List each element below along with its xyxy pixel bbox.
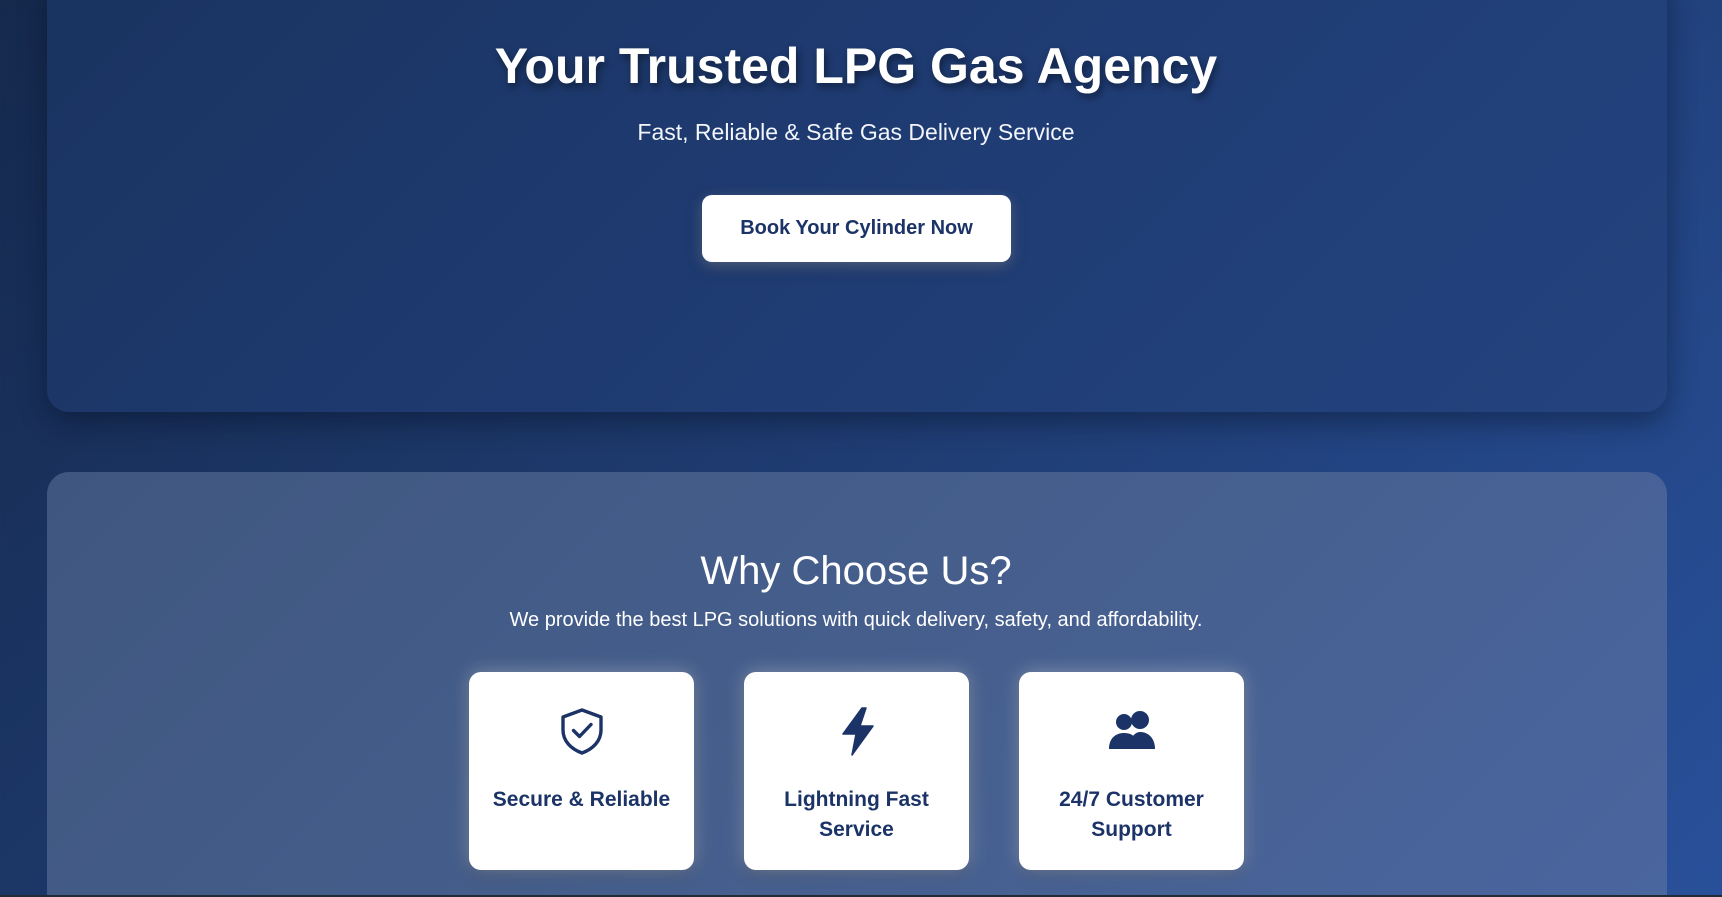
feature-label: Lightning Fast Service [784, 788, 929, 841]
lightning-bolt-icon [842, 707, 874, 756]
why-choose-us-description: We provide the best LPG solutions with q… [509, 609, 1203, 631]
users-icon [1109, 711, 1155, 749]
feature-card-secure[interactable]: Secure & Reliable [469, 672, 694, 870]
hero-title: Your Trusted LPG Gas Agency [494, 38, 1218, 94]
feature-card-fast[interactable]: Lightning Fast Service [744, 672, 969, 870]
hero-subtitle: Fast, Reliable & Safe Gas Delivery Servi… [637, 119, 1075, 145]
feature-label: 24/7 Customer Support [1059, 788, 1204, 841]
why-choose-us-title: Why Choose Us? [700, 549, 1012, 593]
shield-check-icon [561, 708, 603, 755]
book-cylinder-button[interactable]: Book Your Cylinder Now [702, 195, 1011, 262]
feature-label: Secure & Reliable [492, 788, 671, 811]
feature-card-support[interactable]: 24/7 Customer Support [1019, 672, 1244, 870]
